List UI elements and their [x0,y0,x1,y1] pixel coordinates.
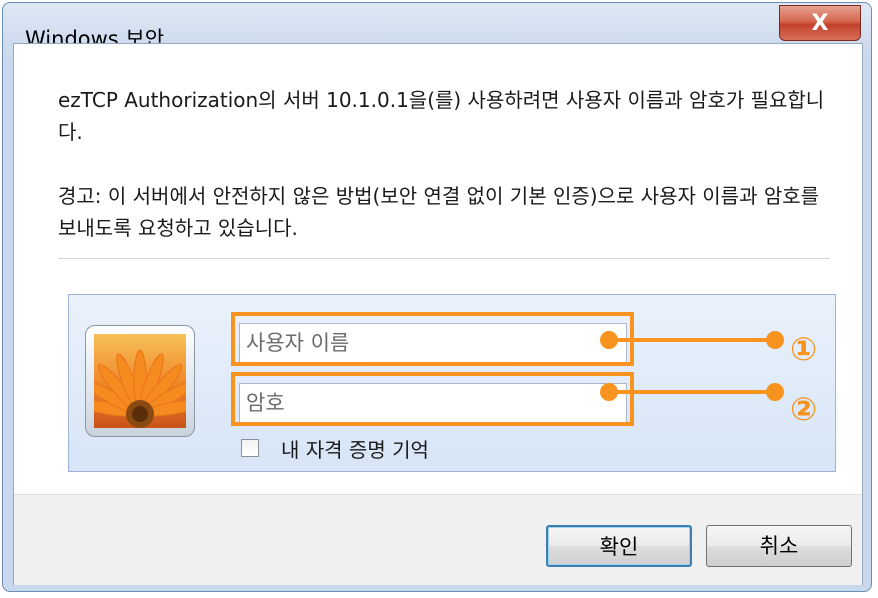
close-icon: X [811,10,829,36]
callout-2-end-dot [766,383,784,401]
credential-tile: 사용자 이름 암호 내 자격 증명 기억 [68,294,836,472]
callout-1-line [608,338,776,342]
windows-security-dialog: Windows 보안 X ezTCP Authorization의 서버 10.… [2,2,872,592]
cancel-button[interactable]: 취소 [706,525,852,567]
close-button[interactable]: X [779,5,861,41]
callout-2-line [608,390,776,394]
username-highlight-box [231,312,634,366]
remember-label: 내 자격 증명 기억 [281,437,429,462]
button-bar: 확인 취소 [14,494,862,585]
ok-button[interactable]: 확인 [546,525,692,567]
warning-text: 경고: 이 서버에서 안전하지 않은 방법(보안 연결 없이 기본 인증)으로 … [58,184,820,240]
remember-checkbox[interactable] [241,439,259,457]
callout-2-number: ② [790,390,818,428]
password-highlight-box [231,372,634,426]
remember-credentials[interactable]: 내 자격 증명 기억 [241,435,429,462]
callout-1-end-dot [766,331,784,349]
callout-1-number: ① [790,330,818,368]
separator [58,258,830,259]
dialog-message: ezTCP Authorization의 서버 10.1.0.1을(를) 사용하… [58,84,828,244]
dialog-body: ezTCP Authorization의 서버 10.1.0.1을(를) 사용하… [13,43,863,585]
user-tile-flower-icon [85,325,195,437]
auth-required-text: ezTCP Authorization의 서버 10.1.0.1을(를) 사용하… [58,88,825,144]
